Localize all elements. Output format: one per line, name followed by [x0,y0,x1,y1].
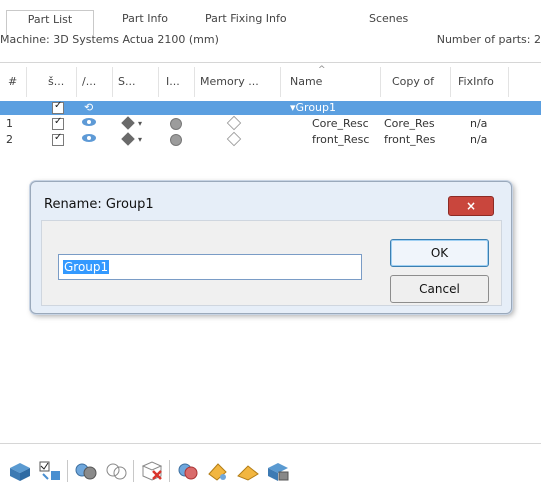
col-divider[interactable] [280,67,281,97]
col-divider[interactable] [26,67,27,97]
table-row[interactable]: 2 ▾ front_Resc front_Res n/a [0,131,541,147]
col-divider[interactable] [508,67,509,97]
dialog-title: Rename: Group1 [44,197,154,212]
checkbox-checked-icon[interactable] [52,100,64,114]
dropdown-arrow-icon[interactable]: ▾ [138,135,142,144]
dropdown-arrow-icon[interactable]: ▾ [138,119,142,128]
machine-info-row: Machine: 3D Systems Actua 2100 (mm) Numb… [0,33,541,51]
table-row[interactable]: 1 ▾ Core_Resc Core_Res n/a [0,115,541,131]
col-fixinfo-header[interactable]: FixInfo [458,75,494,88]
status-circle-icon [170,134,182,146]
col-selected-header[interactable]: š... [48,75,64,88]
group-row[interactable]: ⟲ ▾Group1 [0,100,541,115]
col-divider[interactable] [76,67,77,97]
tab-scenes[interactable]: Scenes [369,10,408,32]
row-number: 2 [6,133,13,146]
solid-cube-icon[interactable] [121,116,135,130]
tab-part-list[interactable]: Part List [6,10,94,35]
checklist-icon[interactable] [38,460,62,482]
fix-info: n/a [470,117,488,130]
part-name: front_Resc [312,133,370,146]
rename-dialog: Rename: Group1 × Group1 OK Cancel [30,181,512,314]
row-number: 1 [6,117,13,130]
paint-fill-icon[interactable] [236,460,260,482]
table-header: # š... /... S... Ⅰ... Memory ... Name ^ … [0,63,541,102]
col-divider[interactable] [194,67,195,97]
part-name: Core_Resc [312,117,369,130]
toolbar-divider [67,460,68,482]
checkbox-checked-icon[interactable] [52,132,64,146]
link-icon: ⟲ [84,101,94,114]
parts-count-label: Number of parts: 2 [436,33,541,46]
cancel-button[interactable]: Cancel [390,275,489,303]
close-icon: × [465,199,477,213]
wireframe-cube-icon [226,115,242,131]
wireframe-cube-icon [226,131,242,147]
col-divider[interactable] [450,67,451,97]
gear-wire-icon[interactable] [104,460,128,482]
col-number-header[interactable]: # [8,75,17,88]
delete-part-icon[interactable] [140,460,164,482]
dialog-body: Group1 OK Cancel [41,220,502,306]
solid-cube-icon[interactable] [121,132,135,146]
repair-icon[interactable] [176,460,200,482]
rename-input[interactable]: Group1 [58,254,362,280]
bottom-toolbar [0,454,541,488]
rename-input-value: Group1 [63,260,110,274]
tab-part-fixing-info[interactable]: Part Fixing Info [205,10,287,32]
copy-of: Core_Res [384,117,435,130]
col-divider[interactable] [112,67,113,97]
status-circle-icon [170,118,182,130]
tab-bar: Part List Part Info Part Fixing Info Sce… [0,10,541,35]
group-name: ▾Group1 [290,101,337,114]
col-status-header[interactable]: Ⅰ... [166,75,180,88]
col-divider[interactable] [380,67,381,97]
col-name-header[interactable]: Name [290,75,322,88]
col-copy-of-header[interactable]: Copy of [392,75,434,88]
fix-info: n/a [470,133,488,146]
col-memory-header[interactable]: Memory ... [200,75,259,88]
toolbar-divider [133,460,134,482]
parts-view-icon[interactable] [8,460,32,482]
eye-icon[interactable] [82,118,96,126]
toolbar-divider [169,460,170,482]
col-divider[interactable] [158,67,159,97]
paint-icon[interactable] [206,460,230,482]
close-button[interactable]: × [448,196,494,216]
tab-part-info[interactable]: Part Info [122,10,168,32]
checkbox-checked-icon[interactable] [52,116,64,130]
copy-of: front_Res [384,133,436,146]
sort-caret-icon: ^ [318,65,326,75]
col-visible-header[interactable]: /... [82,75,96,88]
ok-button[interactable]: OK [390,239,489,267]
col-shape-header[interactable]: S... [118,75,135,88]
eye-icon[interactable] [82,134,96,142]
gears-icon[interactable] [74,460,98,482]
machine-label: Machine: 3D Systems Actua 2100 (mm) [0,33,219,46]
print-icon[interactable] [266,460,290,482]
